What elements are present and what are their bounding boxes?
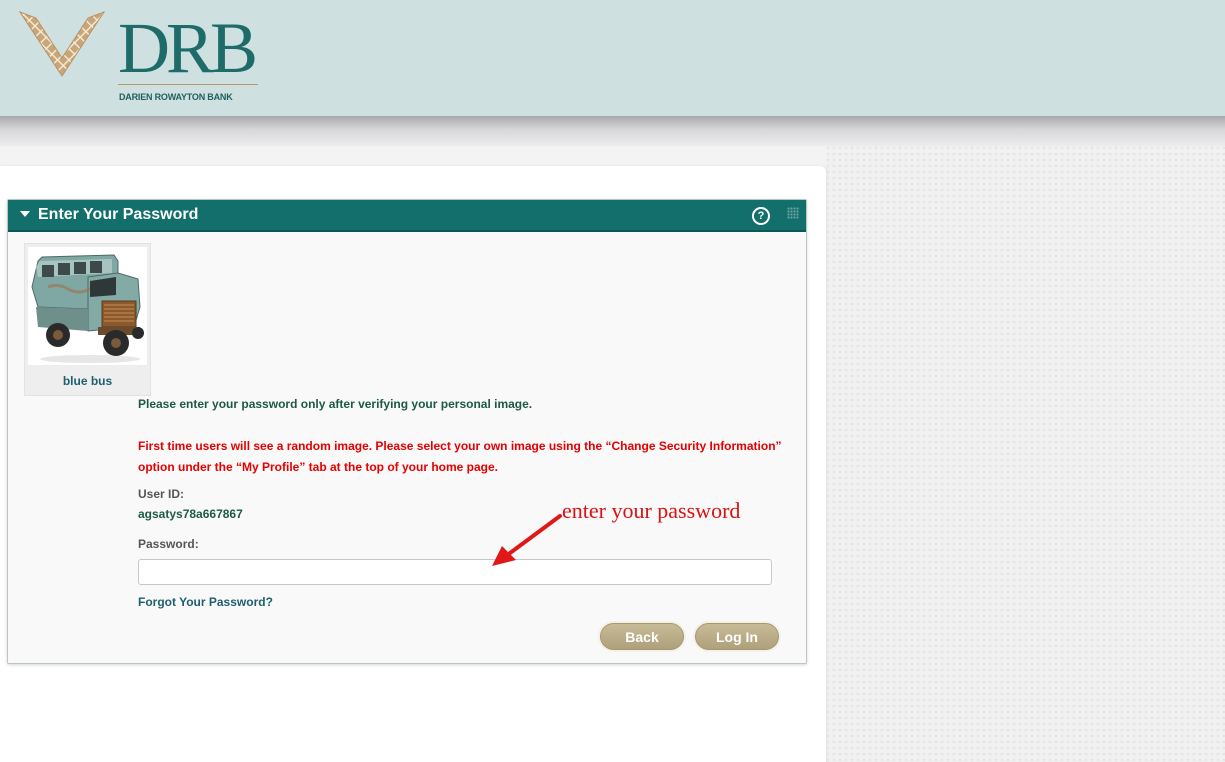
annotation-label: enter your password [562,498,741,523]
security-image [28,247,147,365]
user-id-value: agsatys78a667867 [138,507,243,521]
drb-logo[interactable]: DRB DARIEN ROWAYTON BANK [18,8,258,104]
panel-header: Enter Your Password ? [8,200,806,232]
security-image-card: blue bus [24,243,151,396]
collapse-triangle-icon[interactable] [20,211,30,217]
login-button[interactable]: Log In [695,623,779,650]
logo-divider [118,84,258,85]
background-pattern [826,146,1225,762]
diamond-mesh-logo-icon [18,10,106,77]
logo-wordmark: DRB [118,8,258,88]
help-icon[interactable]: ? [752,207,770,225]
password-label: Password: [138,537,199,551]
back-button[interactable]: Back [600,623,684,650]
security-image-caption: blue bus [62,374,113,388]
drag-grip-icon[interactable] [787,207,799,219]
bus-image-icon [31,254,144,363]
verify-image-message: Please enter your password only after ve… [138,397,533,411]
header-shadow-bar [0,116,1225,146]
panel-title: Enter Your Password [38,206,199,223]
password-panel: Enter Your Password ? blue bus Please en… [7,199,807,664]
password-field[interactable] [138,559,772,585]
user-id-label: User ID: [138,487,185,501]
bank-name: DARIEN ROWAYTON BANK [119,92,233,102]
site-header: DRB DARIEN ROWAYTON BANK [0,0,1225,116]
annotation-arrow-icon [492,514,562,566]
first-time-user-notice: First time users will see a random image… [138,439,782,474]
forgot-password-link[interactable]: Forgot Your Password? [138,595,273,609]
